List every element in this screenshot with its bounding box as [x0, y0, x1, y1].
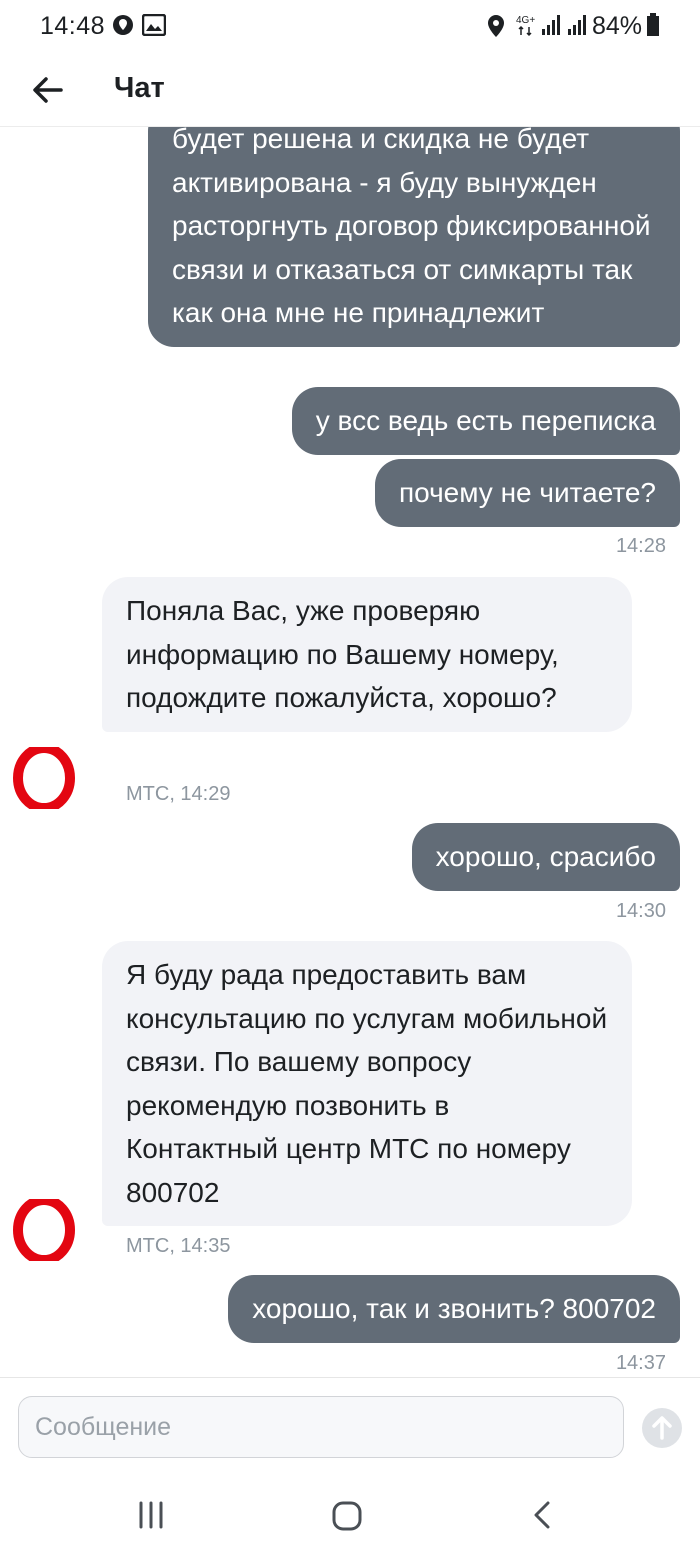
message-outgoing: будет решена и скидка не будет активиров… [148, 127, 680, 347]
message-time: 14:30 [615, 900, 666, 922]
mts-logo-avatar [13, 1199, 75, 1261]
home-button[interactable] [330, 1499, 364, 1538]
location-icon [486, 14, 506, 43]
battery-percent: 84% [591, 12, 642, 40]
message-text: будет решена и скидка не будет активиров… [172, 127, 651, 328]
mts-logo-avatar [13, 747, 75, 809]
status-time: 14:48 [40, 12, 106, 40]
signal-icon [540, 14, 562, 41]
message-time: 14:28 [615, 535, 666, 557]
message-input[interactable] [18, 1396, 624, 1458]
message-outgoing: у всс ведь есть переписка [291, 387, 680, 455]
send-button[interactable] [642, 1408, 682, 1448]
message-time: 14:37 [615, 1352, 666, 1374]
arrow-up-icon [652, 1416, 672, 1440]
back-button[interactable] [28, 70, 68, 110]
message-outgoing: хорошо, срасибо [411, 823, 680, 891]
system-nav-bar [0, 1477, 700, 1556]
page-title: Чат [114, 72, 165, 104]
message-text: почему не читаете? [398, 477, 656, 508]
recent-apps-icon [139, 1501, 163, 1529]
message-outgoing: почему не читаете? [374, 459, 680, 527]
home-icon [332, 1501, 362, 1531]
location-pin-icon [112, 14, 134, 41]
back-nav-button[interactable] [528, 1499, 558, 1536]
image-icon [141, 13, 167, 41]
message-text: хорошо, так и звонить? 800702 [252, 1293, 656, 1324]
message-incoming: Поняла Вас, уже проверяю информацию по В… [102, 577, 632, 732]
signal-icon-2 [566, 14, 588, 41]
message-incoming: Я буду рада предоставить вам консультаци… [102, 941, 632, 1226]
recent-apps-button[interactable] [136, 1499, 166, 1536]
network-type-icon: 4G+ [514, 12, 538, 43]
battery-icon [646, 13, 660, 42]
message-meta: МТС, 14:35 [126, 1235, 231, 1257]
chat-message-list[interactable]: будет решена и скидка не будет активиров… [0, 127, 700, 1377]
arrow-left-icon [33, 77, 63, 103]
message-outgoing: хорошо, так и звонить? 800702 [228, 1275, 680, 1343]
chat-header: Чат [0, 52, 700, 127]
message-text: хорошо, срасибо [435, 841, 656, 872]
message-text: Я буду рада предоставить вам консультаци… [126, 959, 608, 1208]
message-text: Поняла Вас, уже проверяю информацию по В… [126, 595, 559, 713]
chevron-left-icon [534, 1501, 550, 1529]
message-composer [0, 1377, 700, 1477]
network-type-label: 4G+ [516, 15, 535, 26]
status-bar: 14:48 4G+ 84% [0, 0, 700, 52]
message-meta: МТС, 14:29 [126, 783, 231, 805]
message-text: у всс ведь есть переписка [315, 405, 656, 436]
